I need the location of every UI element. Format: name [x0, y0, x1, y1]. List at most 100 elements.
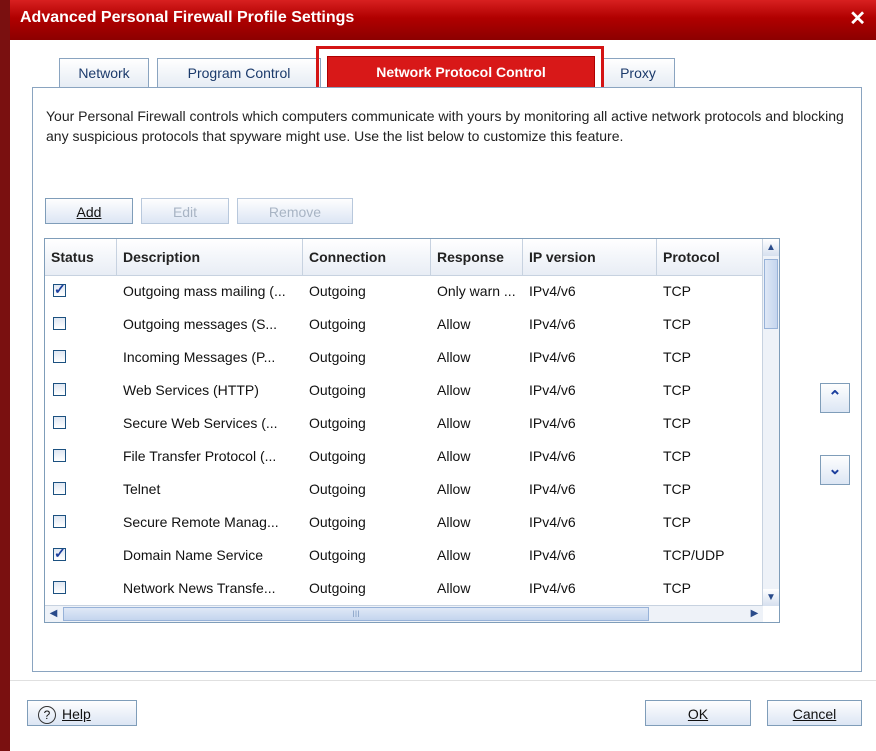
scroll-down-icon[interactable]: ▼ — [763, 589, 779, 606]
col-status[interactable]: Status — [45, 239, 117, 275]
connection-cell: Outgoing — [309, 448, 366, 464]
add-label: Add — [76, 204, 102, 220]
ip-version-cell: IPv4/v6 — [529, 415, 576, 431]
status-checkbox[interactable] — [53, 449, 66, 462]
vertical-scroll-thumb[interactable] — [764, 259, 778, 329]
horizontal-scrollbar[interactable]: ◀ III ▶ — [45, 605, 763, 622]
tab-network[interactable]: Network — [59, 58, 149, 87]
scroll-right-icon[interactable]: ▶ — [746, 606, 763, 622]
tab-proxy[interactable]: Proxy — [601, 58, 675, 87]
connection-cell: Outgoing — [309, 283, 366, 299]
protocol-cell: TCP — [663, 316, 691, 332]
tab-program-control[interactable]: Program Control — [157, 58, 321, 87]
connection-cell: Outgoing — [309, 514, 366, 530]
col-protocol[interactable]: Protocol — [657, 239, 763, 275]
ip-version-cell: IPv4/v6 — [529, 481, 576, 497]
horizontal-scroll-thumb[interactable]: III — [63, 607, 649, 621]
ip-version-cell: IPv4/v6 — [529, 349, 576, 365]
edit-button[interactable]: Edit — [141, 198, 229, 224]
ip-version-cell: IPv4/v6 — [529, 448, 576, 464]
description-text: Your Personal Firewall controls which co… — [46, 108, 844, 144]
chevron-up-icon: ⌃ — [828, 389, 842, 406]
response-cell: Allow — [437, 580, 471, 596]
status-checkbox[interactable] — [53, 416, 66, 429]
ip-version-cell: IPv4/v6 — [529, 283, 576, 299]
status-checkbox[interactable] — [53, 482, 66, 495]
description-cell: Incoming Messages (P... — [123, 349, 276, 365]
status-checkbox[interactable] — [53, 581, 66, 594]
ip-version-cell: IPv4/v6 — [529, 382, 576, 398]
description-cell: Telnet — [123, 481, 161, 497]
description-cell: Outgoing mass mailing (... — [123, 283, 286, 299]
protocol-cell: TCP — [663, 514, 691, 530]
window-left-edge — [0, 0, 10, 751]
vertical-scrollbar[interactable]: ▲ ▼ — [762, 239, 779, 606]
response-cell: Allow — [437, 316, 471, 332]
chevron-down-icon: ⌄ — [828, 461, 842, 478]
description-cell: Domain Name Service — [123, 547, 264, 563]
protocol-cell: TCP — [663, 349, 691, 365]
table-row[interactable]: Web Services (HTTP) Outgoing Allow IPv4/v6 T… — [45, 374, 763, 406]
connection-cell: Outgoing — [309, 316, 366, 332]
ip-version-cell: IPv4/v6 — [529, 514, 576, 530]
ip-version-cell: IPv4/v6 — [529, 547, 576, 563]
col-description[interactable]: Description — [117, 239, 303, 275]
description-cell: File Transfer Protocol (... — [123, 448, 277, 464]
window-title: Advanced Personal Firewall Profile Setti… — [20, 9, 355, 26]
description-cell: Network News Transfe... — [123, 580, 276, 596]
response-cell: Only warn ... — [437, 283, 516, 299]
help-icon: ? — [38, 706, 56, 725]
table-row[interactable]: File Transfer Protocol (... Outgoing Allow… — [45, 440, 763, 472]
status-checkbox[interactable] — [53, 281, 66, 298]
move-up-button[interactable]: ⌃ — [820, 383, 850, 413]
table-row[interactable]: Network News Transfe... Outgoing Allow IPv4… — [45, 572, 763, 604]
col-connection[interactable]: Connection — [303, 239, 431, 275]
protocol-cell: TCP — [663, 415, 691, 431]
list-header: Status Description Connection Response I… — [45, 239, 763, 276]
response-cell: Allow — [437, 547, 471, 563]
ok-label: OK — [687, 706, 709, 722]
table-row[interactable]: Secure Remote Manag... Outgoing Allow IPv4/… — [45, 506, 763, 538]
description-cell: Secure Web Services (... — [123, 415, 278, 431]
protocol-cell: TCP/UDP — [663, 547, 725, 563]
connection-cell: Outgoing — [309, 349, 366, 365]
move-down-button[interactable]: ⌄ — [820, 455, 850, 485]
description-cell: Web Services (HTTP) — [123, 382, 259, 398]
cancel-button[interactable]: Cancel — [767, 700, 862, 726]
scroll-left-icon[interactable]: ◀ — [45, 606, 62, 622]
status-checkbox[interactable] — [53, 317, 66, 330]
col-ip-version[interactable]: IP version — [523, 239, 657, 275]
ok-button[interactable]: OK — [645, 700, 751, 726]
status-checkbox[interactable] — [53, 350, 66, 363]
table-row[interactable]: Domain Name Service Outgoing Allow IPv4/v6 T… — [45, 539, 763, 571]
cancel-label: Cancel — [792, 706, 837, 722]
connection-cell: Outgoing — [309, 415, 366, 431]
col-response[interactable]: Response — [431, 239, 523, 275]
status-checkbox[interactable] — [53, 515, 66, 528]
response-cell: Allow — [437, 514, 471, 530]
response-cell: Allow — [437, 481, 471, 497]
connection-cell: Outgoing — [309, 481, 366, 497]
help-button[interactable]: ? Help — [27, 700, 137, 726]
table-row[interactable]: Incoming Messages (P... Outgoing Allow IPv4… — [45, 341, 763, 373]
title-bar: Advanced Personal Firewall Profile Setti… — [10, 0, 876, 40]
response-cell: Allow — [437, 415, 471, 431]
footer-divider — [10, 680, 876, 681]
response-cell: Allow — [437, 448, 471, 464]
response-cell: Allow — [437, 382, 471, 398]
table-row[interactable]: Outgoing messages (S... Outgoing Allow IPv4… — [45, 308, 763, 340]
remove-button[interactable]: Remove — [237, 198, 353, 224]
table-row[interactable]: Outgoing mass mailing (... Outgoing Only w… — [45, 275, 763, 307]
status-checkbox[interactable] — [53, 545, 66, 562]
table-row[interactable]: Secure Web Services (... Outgoing Allow IPv… — [45, 407, 763, 439]
table-row[interactable]: Telnet Outgoing Allow IPv4/v6 TCP — [45, 473, 763, 505]
description-cell: Outgoing messages (S... — [123, 316, 278, 332]
status-checkbox[interactable] — [53, 383, 66, 396]
protocol-cell: TCP — [663, 283, 691, 299]
response-cell: Allow — [437, 349, 471, 365]
close-icon[interactable]: ✕ — [849, 6, 866, 31]
scroll-up-icon[interactable]: ▲ — [763, 239, 779, 256]
ip-version-cell: IPv4/v6 — [529, 316, 576, 332]
protocol-list[interactable]: Status Description Connection Response I… — [44, 238, 780, 623]
add-button[interactable]: Add — [45, 198, 133, 224]
